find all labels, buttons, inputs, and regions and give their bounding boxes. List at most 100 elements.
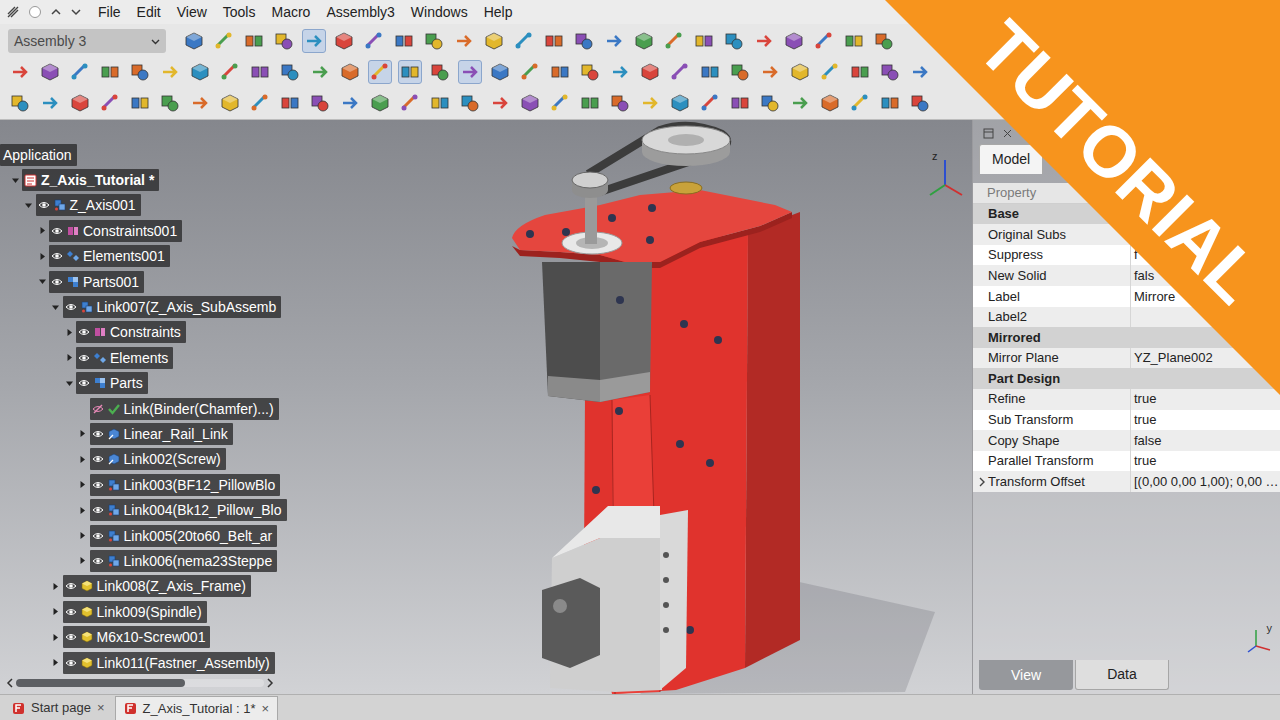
tree-item-text[interactable]: Link004(Bk12_Pillow_Blo <box>124 501 282 519</box>
toolbar-button[interactable] <box>728 91 752 115</box>
tree-item-text[interactable]: Constraints001 <box>83 222 177 240</box>
eye-icon[interactable] <box>51 225 63 237</box>
toolbar-button[interactable] <box>218 91 242 115</box>
tree-item[interactable]: Z_Axis_Tutorial * <box>0 167 280 192</box>
document-tab-label[interactable]: Start page <box>31 698 91 718</box>
tree-item-text[interactable]: Elements <box>110 349 168 367</box>
property-value-cell[interactable]: f <box>1131 245 1280 266</box>
chevron-down-icon[interactable] <box>70 6 82 18</box>
toolbar-button[interactable] <box>38 91 62 115</box>
property-value-cell[interactable]: fals <box>1131 265 1280 286</box>
property-value[interactable]: true <box>1134 451 1156 471</box>
property-value[interactable]: [ <box>1134 225 1138 245</box>
tree-item[interactable]: Link004(Bk12_Pillow_Blo <box>0 497 280 522</box>
property-row[interactable]: LabelMirrore <box>973 286 1280 307</box>
property-value[interactable]: YZ_Plane002 <box>1134 348 1213 368</box>
menu-item[interactable]: Windows <box>403 2 476 22</box>
property-value[interactable]: true <box>1134 389 1156 409</box>
toolbar-button[interactable] <box>392 29 416 53</box>
toolbar-button[interactable] <box>458 91 482 115</box>
toolbar-button[interactable] <box>332 29 356 53</box>
toolbar-button[interactable] <box>188 60 212 84</box>
toolbar-button[interactable] <box>698 60 722 84</box>
toolbar-button[interactable] <box>572 29 596 53</box>
view-data-tab[interactable]: Data <box>1075 660 1169 690</box>
eye-icon[interactable] <box>65 631 77 643</box>
expand-arrow-icon[interactable] <box>76 554 90 568</box>
property-row[interactable]: Original Subs[ <box>973 224 1280 245</box>
tree-item[interactable]: M6x10-Screw001 <box>0 624 280 649</box>
tree-item-label[interactable]: Link003(BF12_PillowBlo <box>90 474 281 496</box>
toolbar-button[interactable] <box>458 60 482 84</box>
expand-arrow-icon[interactable] <box>35 275 49 289</box>
tree-item-text[interactable]: M6x10-Screw001 <box>97 628 206 646</box>
eye-icon[interactable] <box>65 301 77 313</box>
eye-icon[interactable] <box>51 276 63 288</box>
tree-item-text[interactable]: Link005(20to60_Belt_ar <box>124 527 273 545</box>
toolbar-button[interactable] <box>662 29 686 53</box>
property-value[interactable]: Mirrore <box>1134 287 1175 307</box>
expand-arrow-icon[interactable] <box>8 173 22 187</box>
toolbar-button[interactable] <box>338 91 362 115</box>
scroll-right-icon[interactable] <box>266 678 274 688</box>
expand-arrow-icon[interactable] <box>22 198 36 212</box>
tree-item[interactable]: Constraints <box>0 320 280 345</box>
property-row[interactable]: Parallel Transformtrue <box>973 451 1280 472</box>
toolbar-button[interactable] <box>518 60 542 84</box>
expand-arrow-icon[interactable] <box>62 351 76 365</box>
toolbar-button[interactable] <box>368 60 392 84</box>
tree-item[interactable]: Link008(Z_Axis_Frame) <box>0 574 280 599</box>
eye-icon[interactable] <box>92 453 104 465</box>
eye-icon[interactable] <box>92 479 104 491</box>
property-value-cell[interactable]: Mirrore <box>1131 286 1280 307</box>
tree-item-text[interactable]: Link002(Screw) <box>124 450 221 468</box>
dropdown-caret-icon[interactable] <box>151 37 160 46</box>
toolbar-button[interactable] <box>398 60 422 84</box>
property-group[interactable]: Mirrored <box>973 327 1280 348</box>
toolbar-button[interactable] <box>488 91 512 115</box>
toolbar-button[interactable] <box>578 60 602 84</box>
toolbar-button[interactable] <box>818 60 842 84</box>
property-value-cell[interactable]: YZ_Plane002 <box>1131 348 1280 369</box>
toolbar-button[interactable] <box>398 91 422 115</box>
property-row[interactable]: New Solidfals <box>973 265 1280 286</box>
toolbar-button[interactable] <box>422 29 446 53</box>
document-tab-label[interactable]: Z_Axis_Tutorial : 1* <box>143 699 256 719</box>
workbench-select[interactable]: Assembly 3 <box>8 29 166 53</box>
tree-item-label[interactable]: Link004(Bk12_Pillow_Blo <box>90 499 287 521</box>
toolbar-button[interactable] <box>428 60 452 84</box>
toolbar-button[interactable] <box>248 91 272 115</box>
property-value[interactable]: f <box>1134 245 1138 265</box>
toolbar-button[interactable] <box>512 29 536 53</box>
toolbar-button[interactable] <box>98 60 122 84</box>
toolbar-button[interactable] <box>692 29 716 53</box>
eye-icon[interactable] <box>92 504 104 516</box>
toolbar-button[interactable] <box>728 60 752 84</box>
property-value[interactable]: false <box>1134 431 1161 451</box>
tree-item-label[interactable]: Link008(Z_Axis_Frame) <box>63 575 251 597</box>
expand-arrow-icon[interactable] <box>49 630 63 644</box>
property-value[interactable]: fals <box>1134 266 1154 286</box>
property-value-cell[interactable]: true <box>1131 410 1280 431</box>
toolbar-button[interactable] <box>848 60 872 84</box>
tree-item[interactable]: Link011(Fastner_Assembly) <box>0 650 280 675</box>
tree-item-text[interactable]: Link(Binder(Chamfer)...) <box>124 400 274 418</box>
tree-item-text[interactable]: Parts001 <box>83 273 139 291</box>
toolbar-button[interactable] <box>212 29 236 53</box>
tree-item[interactable]: Elements <box>0 345 280 370</box>
tree-item-label[interactable]: Link011(Fastner_Assembly) <box>63 652 275 674</box>
toolbar-button[interactable] <box>278 91 302 115</box>
toolbar-button[interactable] <box>722 29 746 53</box>
property-row[interactable]: Label2 <box>973 307 1280 328</box>
property-value-cell[interactable]: true <box>1131 389 1280 410</box>
toolbar-button[interactable] <box>752 29 776 53</box>
tree-item[interactable]: Link006(nema23Steppe <box>0 548 280 573</box>
tree-item[interactable]: Parts001 <box>0 269 280 294</box>
menu-item[interactable]: Edit <box>129 2 169 22</box>
tree-item[interactable]: Parts <box>0 371 280 396</box>
tree-item-text[interactable]: Link003(BF12_PillowBlo <box>124 476 276 494</box>
eye-icon[interactable] <box>78 326 90 338</box>
eye-icon[interactable] <box>78 352 90 364</box>
document-tab[interactable]: Z_Axis_Tutorial : 1*× <box>115 696 279 720</box>
menu-item[interactable]: Macro <box>263 2 318 22</box>
